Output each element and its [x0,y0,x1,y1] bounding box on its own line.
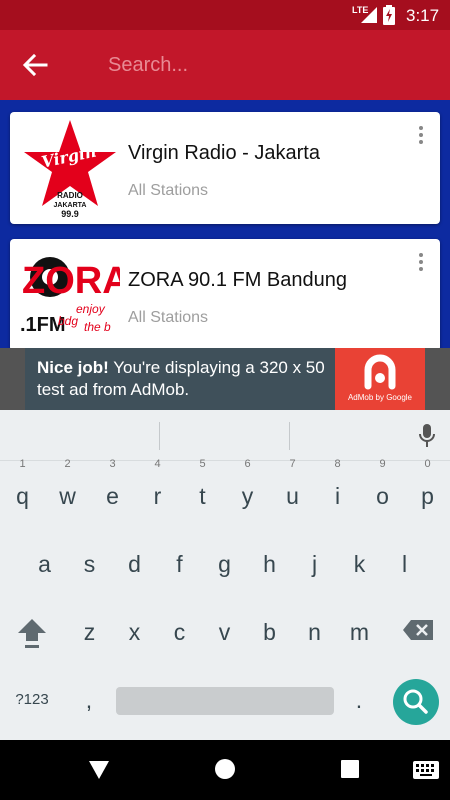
key-e[interactable]: 3e [90,459,135,521]
key-hint: 0 [424,458,431,470]
zora-logo-enjoy: enjoy [76,302,106,316]
key-hint: 4 [154,458,161,470]
key-label: p [421,483,434,509]
comma-key[interactable]: , [64,675,114,725]
symbols-key[interactable]: ?123 [0,675,64,725]
key-p[interactable]: 0p [405,459,450,521]
key-h[interactable]: h [247,539,292,589]
key-m[interactable]: m [337,607,382,657]
clock: 3:17 [406,6,440,25]
zora-logo-city: bdg [58,314,78,328]
key-f[interactable]: f [157,539,202,589]
key-label: e [106,483,119,509]
key-label: t [199,483,206,509]
key-r[interactable]: 4r [135,459,180,521]
period-key[interactable]: . [334,675,384,725]
admob-test-ad[interactable]: Nice job! You're displaying a 320 x 50 t… [25,348,425,410]
key-q[interactable]: 1q [0,459,45,521]
shift-key[interactable] [10,607,54,657]
keyboard-switch-icon[interactable] [413,761,439,779]
key-label: r [153,483,162,509]
zora-logo: ZORA .1FM bdg enjoy the b [20,249,120,348]
key-label: i [334,483,341,509]
key-hint: 2 [64,458,71,470]
key-n[interactable]: n [292,607,337,657]
app-bar [0,30,450,100]
key-t[interactable]: 5t [180,459,225,521]
key-z[interactable]: z [67,607,112,657]
zora-logo-the: the b [84,320,111,334]
key-hint: 9 [379,458,386,470]
key-i[interactable]: 8i [315,459,360,521]
key-label: q [16,483,29,509]
soft-keyboard: 1q2w3e4r5t6y7u8i9o0p asdfghjkl zxcvbnm ?… [0,410,450,740]
virgin-logo-city: JAKARTA [54,202,87,209]
overflow-menu-icon[interactable] [413,251,429,273]
key-g[interactable]: g [202,539,247,589]
key-hint: 7 [289,458,296,470]
admob-icon [364,354,396,390]
signal-icon [361,7,377,23]
key-v[interactable]: v [202,607,247,657]
key-o[interactable]: 9o [360,459,405,521]
battery-charging-icon [383,5,395,25]
key-label: w [59,483,76,509]
key-label: o [376,483,389,509]
zora-logo-text: ZORA [22,260,120,302]
key-d[interactable]: d [112,539,157,589]
ad-banner: Nice job! You're displaying a 320 x 50 t… [0,348,450,410]
key-s[interactable]: s [67,539,112,589]
key-k[interactable]: k [337,539,382,589]
ad-headline: Nice job! [37,358,109,377]
suggestion-divider [159,422,160,450]
key-hint: 1 [19,458,26,470]
overflow-menu-icon[interactable] [413,124,429,146]
key-y[interactable]: 6y [225,459,270,521]
key-j[interactable]: j [292,539,337,589]
status-bar: LTE 3:17 [0,0,450,30]
search-input[interactable] [108,44,428,86]
station-card-zora[interactable]: ZORA .1FM bdg enjoy the b ZORA 90.1 FM B… [10,239,440,348]
system-nav-bar [0,740,450,800]
nav-home-icon[interactable] [215,759,235,779]
key-hint: 5 [199,458,206,470]
back-arrow-icon[interactable] [22,53,48,77]
key-c[interactable]: c [157,607,202,657]
admob-logo: AdMob by Google [335,348,425,410]
station-category: All Stations [128,309,209,326]
mic-icon[interactable] [417,423,437,449]
ad-text: Nice job! You're displaying a 320 x 50 t… [37,357,337,401]
space-key[interactable] [116,687,334,715]
virgin-logo-freq: 99.9 [61,209,79,218]
key-a[interactable]: a [22,539,67,589]
backspace-icon [403,620,433,640]
search-icon [403,689,428,714]
search-action-key[interactable] [393,679,439,725]
station-category: All Stations [128,182,209,199]
ad-brand: AdMob by Google [347,393,413,402]
key-u[interactable]: 7u [270,459,315,521]
virgin-radio-logo: Virgin RADIO JAKARTA 99.9 [20,118,120,218]
key-hint: 3 [109,458,116,470]
suggestion-divider [289,422,290,450]
station-name: ZORA 90.1 FM Bandung [128,269,348,291]
suggestion-strip [0,410,450,461]
key-label: u [286,483,299,509]
key-x[interactable]: x [112,607,157,657]
station-name: Virgin Radio - Jakarta [128,142,320,164]
key-b[interactable]: b [247,607,292,657]
station-card-virgin-radio[interactable]: Virgin RADIO JAKARTA 99.9 Virgin Radio -… [10,112,440,224]
station-list[interactable]: Virgin RADIO JAKARTA 99.9 Virgin Radio -… [0,100,450,348]
backspace-key[interactable] [396,607,440,657]
virgin-logo-radio: RADIO [57,191,83,200]
key-hint: 8 [334,458,341,470]
key-l[interactable]: l [382,539,427,589]
nav-back-icon[interactable] [88,760,110,780]
key-label: y [241,483,254,509]
shift-icon [18,619,46,648]
key-w[interactable]: 2w [45,459,90,521]
nav-recents-icon[interactable] [341,760,359,778]
key-hint: 6 [244,458,251,470]
